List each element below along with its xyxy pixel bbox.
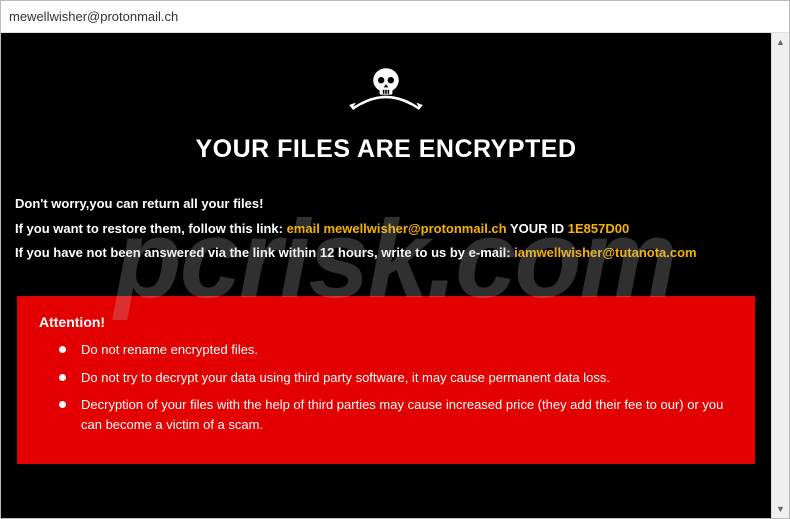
victim-id: 1E857D00 bbox=[568, 221, 629, 236]
scroll-down-button[interactable]: ▼ bbox=[772, 500, 789, 518]
list-item: Do not rename encrypted files. bbox=[59, 340, 733, 360]
attention-box: Attention! Do not rename encrypted files… bbox=[17, 296, 755, 464]
chevron-down-icon: ▼ bbox=[776, 504, 785, 514]
line-3: If you have not been answered via the li… bbox=[15, 241, 757, 266]
title-bar[interactable]: mewellwisher@protonmail.ch bbox=[1, 1, 789, 33]
secondary-email: iamwellwisher@tutanota.com bbox=[514, 245, 696, 260]
attention-title: Attention! bbox=[39, 314, 733, 330]
primary-email: mewellwisher@protonmail.ch bbox=[323, 221, 506, 236]
content-wrapper: YOUR FILES ARE ENCRYPTED Don't worry,you… bbox=[1, 33, 789, 518]
info-lines: Don't worry,you can return all your file… bbox=[13, 192, 759, 266]
attention-list: Do not rename encrypted files. Do not tr… bbox=[39, 340, 733, 434]
line-2: If you want to restore them, follow this… bbox=[15, 217, 757, 242]
list-item: Do not try to decrypt your data using th… bbox=[59, 368, 733, 388]
ransom-note-body: YOUR FILES ARE ENCRYPTED Don't worry,you… bbox=[1, 33, 771, 518]
list-item: Decryption of your files with the help o… bbox=[59, 395, 733, 434]
skull-icon-holder bbox=[13, 61, 759, 125]
window-title: mewellwisher@protonmail.ch bbox=[9, 9, 178, 24]
vertical-scrollbar[interactable]: ▲ ▼ bbox=[771, 33, 789, 518]
scroll-up-button[interactable]: ▲ bbox=[772, 33, 789, 51]
main-heading: YOUR FILES ARE ENCRYPTED bbox=[13, 135, 759, 164]
chevron-up-icon: ▲ bbox=[776, 37, 785, 47]
line-1: Don't worry,you can return all your file… bbox=[15, 192, 757, 217]
skull-swords-icon bbox=[346, 61, 426, 125]
